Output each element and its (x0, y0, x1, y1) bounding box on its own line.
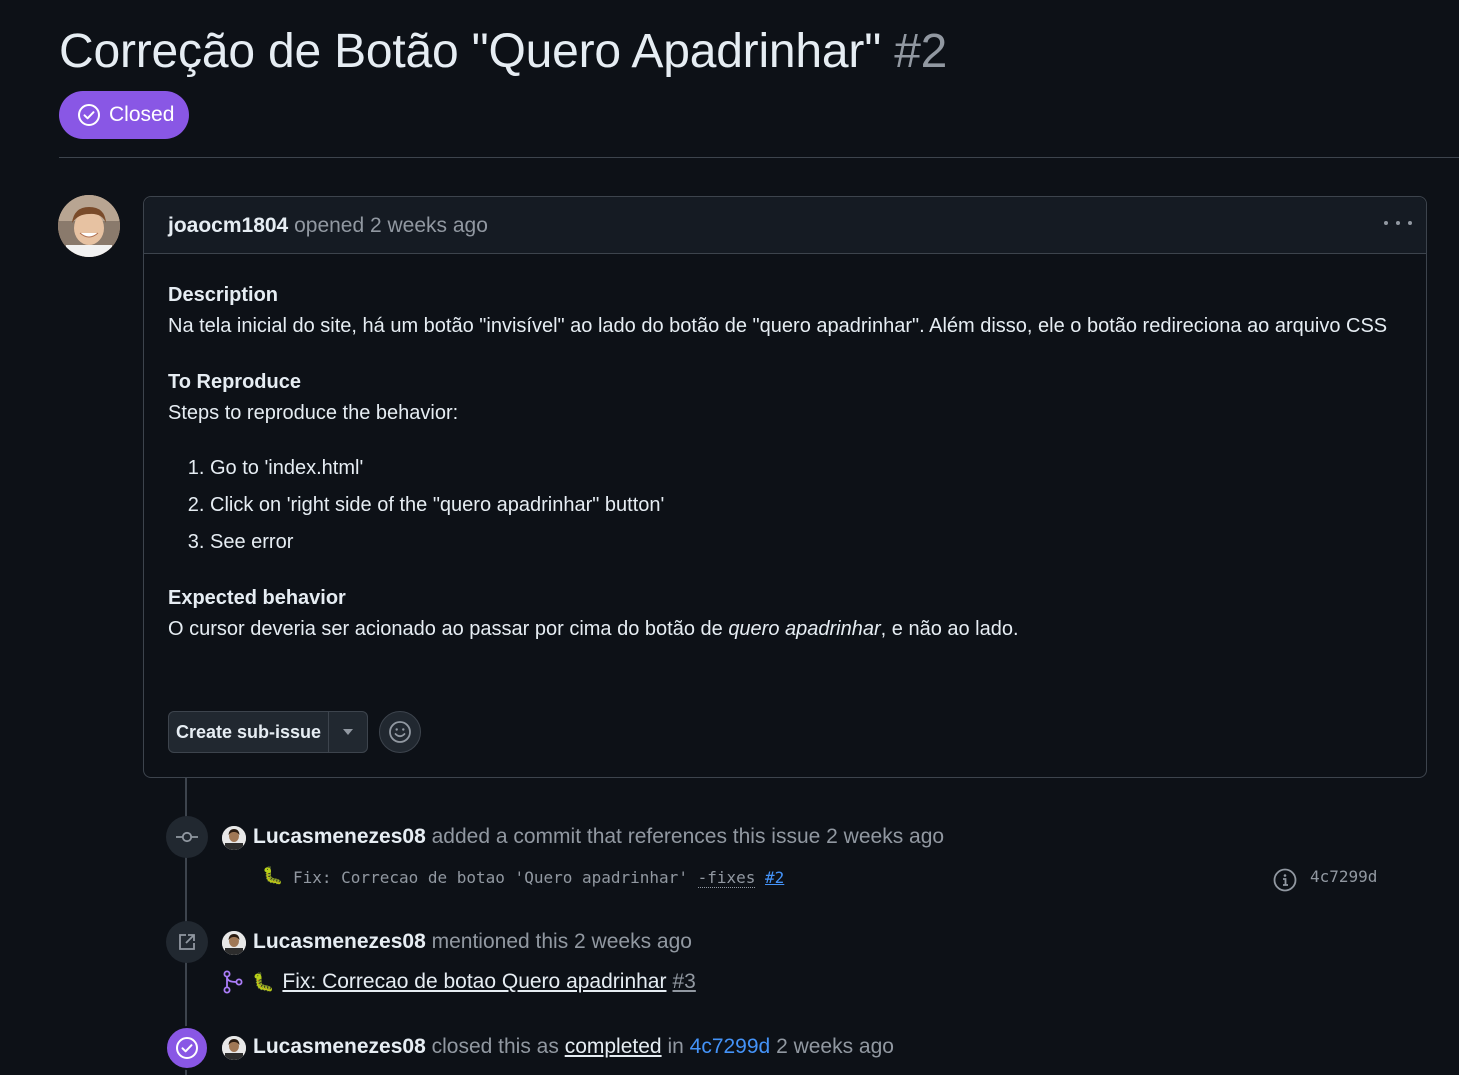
description-heading: Description (168, 284, 279, 306)
status-badge: Closed (59, 91, 189, 139)
mention-event-text: Lucasmenezes08 mentioned this 2 weeks ag… (253, 930, 692, 953)
reproduce-heading: To Reproduce (168, 371, 301, 393)
comment-meta: joaocm1804 opened 2 weeks ago (168, 214, 488, 238)
kebab-horizontal-icon[interactable] (1384, 211, 1412, 235)
git-commit-icon (176, 831, 198, 843)
sub-issue-dropdown-button[interactable] (329, 712, 367, 752)
issue-title-text: Correção de Botão "Quero Apadrinhar" (59, 25, 882, 78)
commit-message[interactable]: Fix: Correcao de botao 'Quero apadrinhar… (293, 868, 784, 888)
author-avatar-image (58, 195, 120, 257)
avatar[interactable] (222, 826, 246, 850)
steps-list: Go to 'index.html' Click on 'right side … (168, 453, 1388, 558)
list-item: Go to 'index.html' (210, 453, 1388, 484)
create-sub-issue-button[interactable]: Create sub-issue (169, 712, 329, 752)
issue-ref-link[interactable]: #2 (765, 868, 784, 887)
comment-body: Description Na tela inicial do site, há … (168, 280, 1388, 645)
expected-heading: Expected behavior (168, 587, 346, 609)
closed-event-text: Lucasmenezes08 closed this as completed … (253, 1035, 894, 1058)
pr-number[interactable]: #3 (672, 970, 695, 994)
avatar[interactable] (58, 195, 120, 257)
issue-comment: joaocm1804 opened 2 weeks ago Descriptio… (143, 196, 1427, 778)
check-circle-icon (78, 104, 100, 126)
expected-text: O cursor deveria ser acionado ao passar … (168, 618, 1019, 640)
commit-event-text: Lucasmenezes08 added a commit that refer… (253, 825, 945, 848)
comment-action: opened 2 weeks ago (294, 214, 488, 237)
closed-event-badge (165, 1026, 209, 1070)
avatar[interactable] (222, 931, 246, 955)
avatar[interactable] (222, 1036, 246, 1060)
pr-reference[interactable]: 🐛 Fix: Correcao de botao Quero apadrinha… (222, 970, 696, 994)
bug-emoji-icon: 🐛 (262, 866, 284, 885)
cross-reference-icon (179, 934, 195, 950)
comment-author-link[interactable]: joaocm1804 (168, 214, 288, 237)
commit-event-badge (166, 816, 208, 858)
create-sub-issue-group: Create sub-issue (168, 711, 368, 753)
smiley-icon (389, 721, 411, 743)
description-text: Na tela inicial do site, há um botão "in… (168, 315, 1388, 337)
commit-sha-link[interactable]: 4c7299d (1310, 867, 1377, 886)
commit-sha-link[interactable]: 4c7299d (690, 1035, 771, 1058)
reproduce-intro: Steps to reproduce the behavior: (168, 402, 459, 424)
git-merge-icon (223, 970, 243, 994)
check-circle-icon (176, 1037, 198, 1059)
issue-title: Correção de Botão "Quero Apadrinhar" #2 (59, 24, 947, 79)
comment-header: joaocm1804 opened 2 weeks ago (144, 197, 1426, 254)
issue-number: #2 (894, 25, 948, 78)
status-badge-label: Closed (109, 103, 175, 126)
triangle-down-icon (343, 729, 353, 735)
mention-event-badge (166, 921, 208, 963)
event-author-link[interactable]: Lucasmenezes08 (253, 1035, 426, 1058)
list-item: Click on 'right side of the "quero apadr… (210, 490, 1388, 521)
completed-link[interactable]: completed (565, 1035, 662, 1058)
event-author-link[interactable]: Lucasmenezes08 (253, 930, 426, 953)
list-item: See error (210, 527, 1388, 558)
header-divider (59, 157, 1459, 158)
info-icon[interactable] (1273, 868, 1297, 897)
add-reaction-button[interactable] (379, 711, 421, 753)
pr-title-link[interactable]: Fix: Correcao de botao Quero apadrinhar (282, 970, 666, 994)
event-author-link[interactable]: Lucasmenezes08 (253, 825, 426, 848)
bug-emoji-icon: 🐛 (252, 971, 275, 992)
